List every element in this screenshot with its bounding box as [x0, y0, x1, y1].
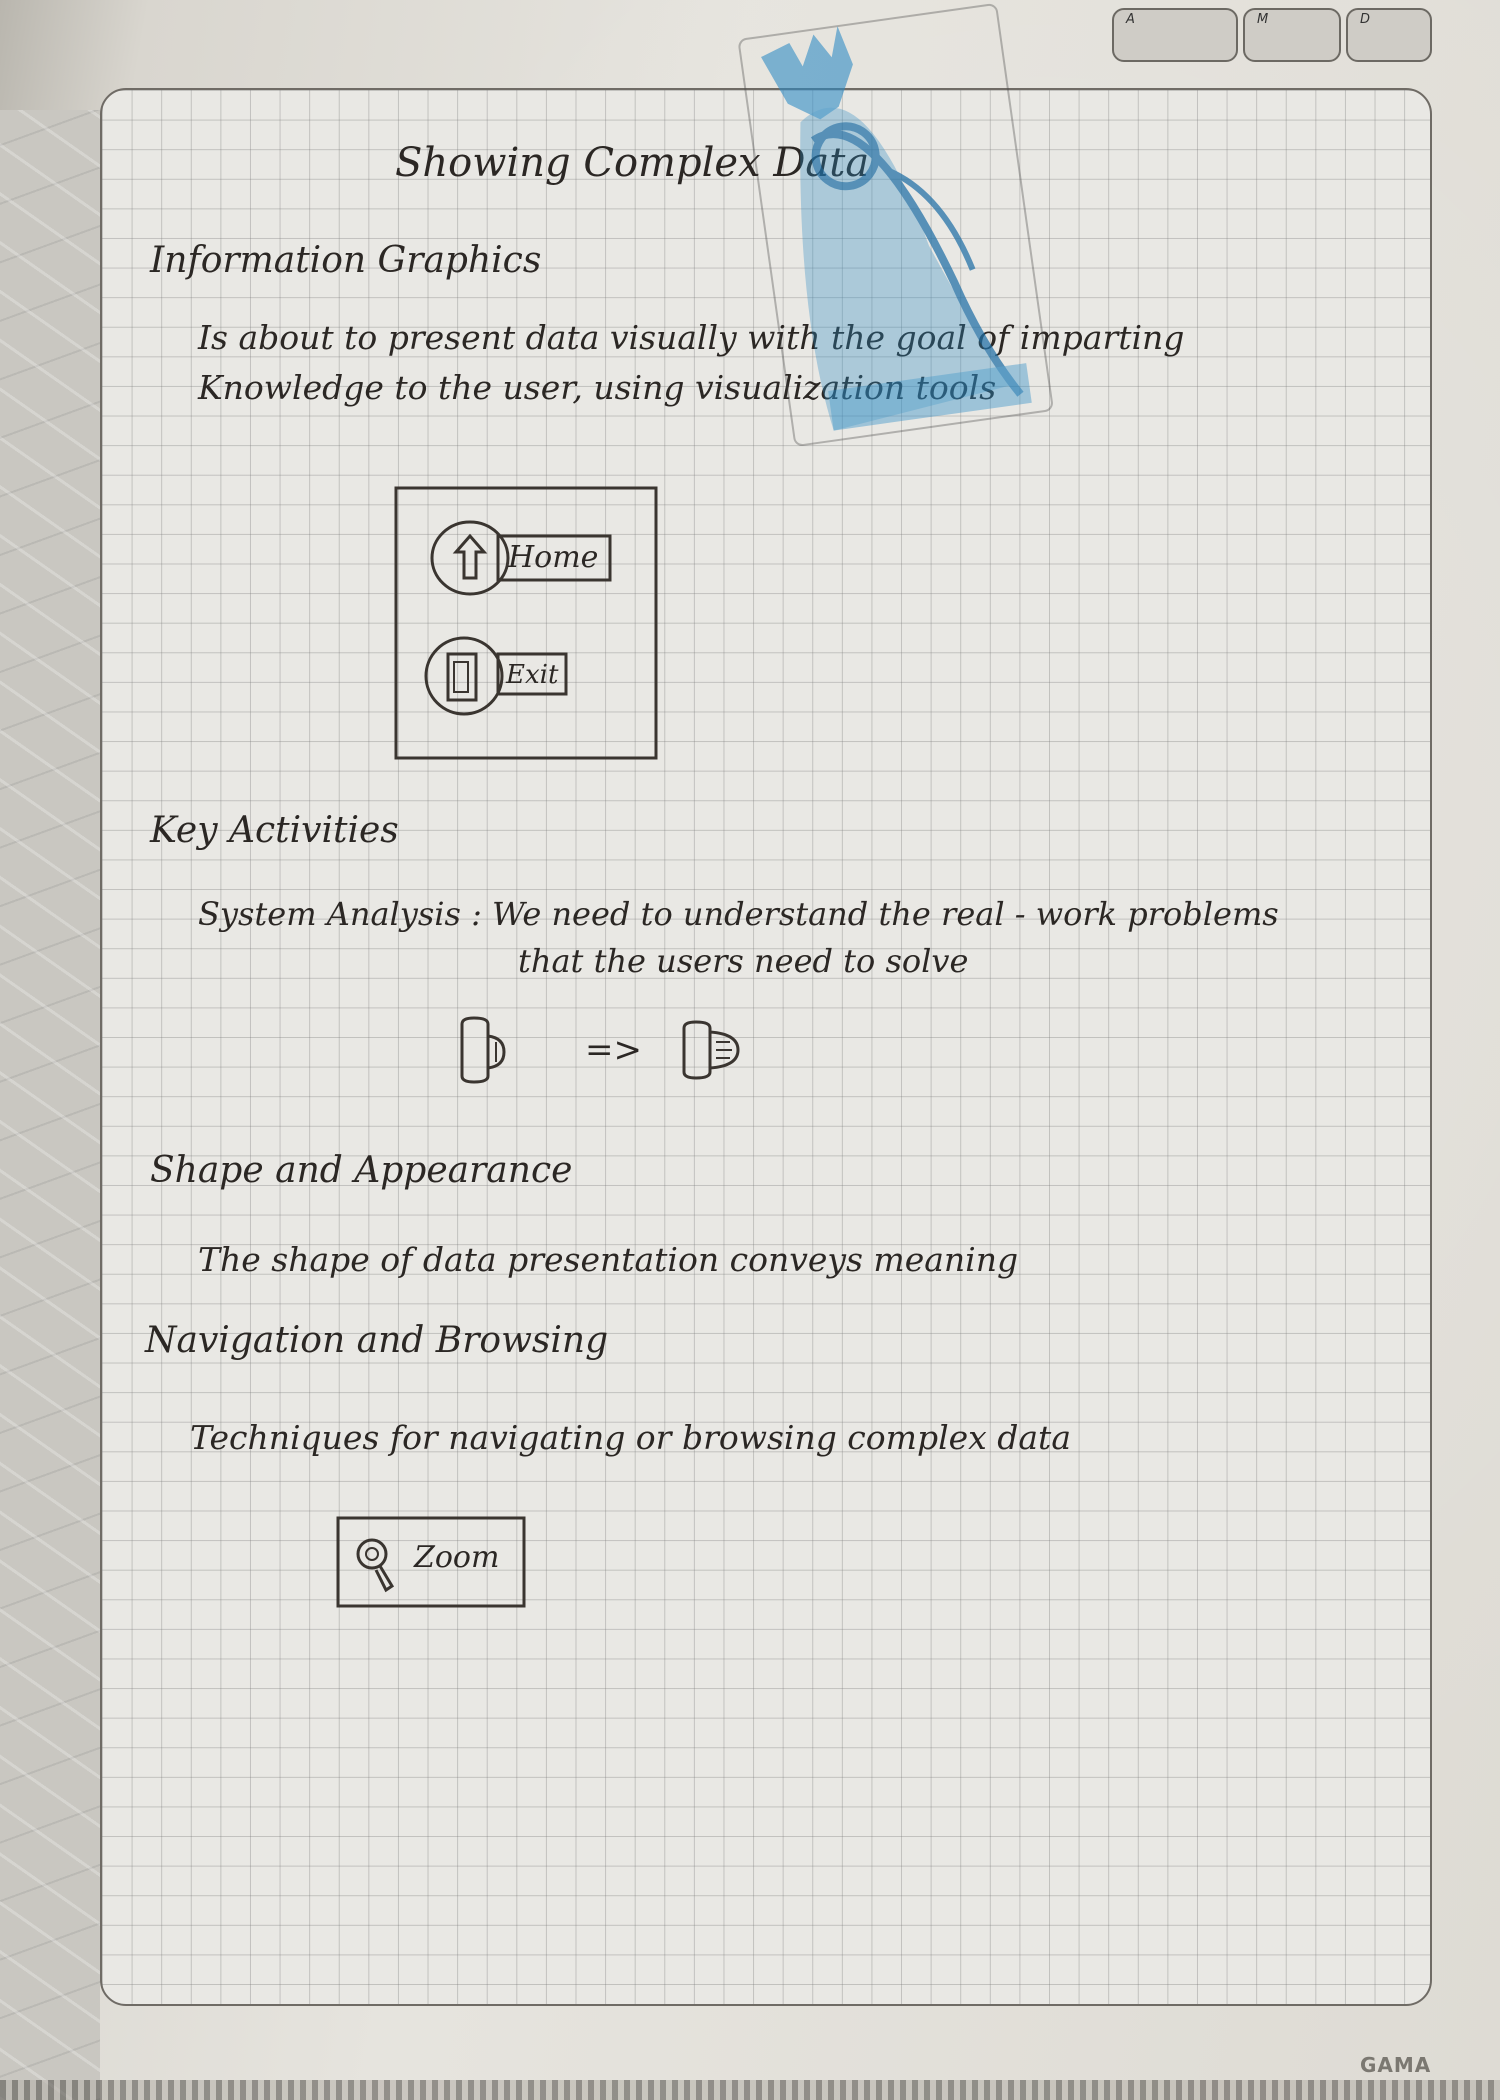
date-label-m: M [1257, 12, 1269, 27]
text-system-analysis-line2: that the users need to solve [518, 942, 969, 980]
date-box-m: M [1243, 8, 1341, 62]
sketch-home-label: Home [508, 540, 599, 575]
date-label-a: A [1126, 12, 1135, 27]
date-label-d: D [1360, 12, 1371, 27]
text-navigation-line1: Techniques for navigating or browsing co… [190, 1418, 1071, 1457]
heading-information-graphics: Information Graphics [150, 240, 542, 281]
mug-icon [460, 1016, 506, 1084]
date-box-d: D [1346, 8, 1432, 62]
date-box-a: A [1112, 8, 1238, 62]
text-system-analysis-line1: System Analysis : We need to understand … [198, 895, 1279, 933]
menu-sketch-frame [394, 486, 658, 760]
heading-key-activities: Key Activities [150, 810, 399, 851]
notebook-page: A M D Showing Complex Data Information G… [0, 0, 1500, 2100]
heading-shape-appearance: Shape and Appearance [150, 1150, 573, 1191]
bottom-edge [0, 2080, 1500, 2100]
heading-navigation-browsing: Navigation and Browsing [145, 1320, 609, 1361]
sketch-exit-label: Exit [506, 660, 559, 690]
mug-icon-improved [682, 1020, 740, 1080]
zoom-label: Zoom [414, 1540, 500, 1575]
notebook-brand: GAMA [1360, 2053, 1432, 2077]
marble-cover-edge [0, 110, 100, 2100]
text-shape-line1: The shape of data presentation conveys m… [198, 1240, 1019, 1279]
arrow-text: => [585, 1030, 642, 1070]
penguin-stamp-logo [738, 3, 1053, 447]
